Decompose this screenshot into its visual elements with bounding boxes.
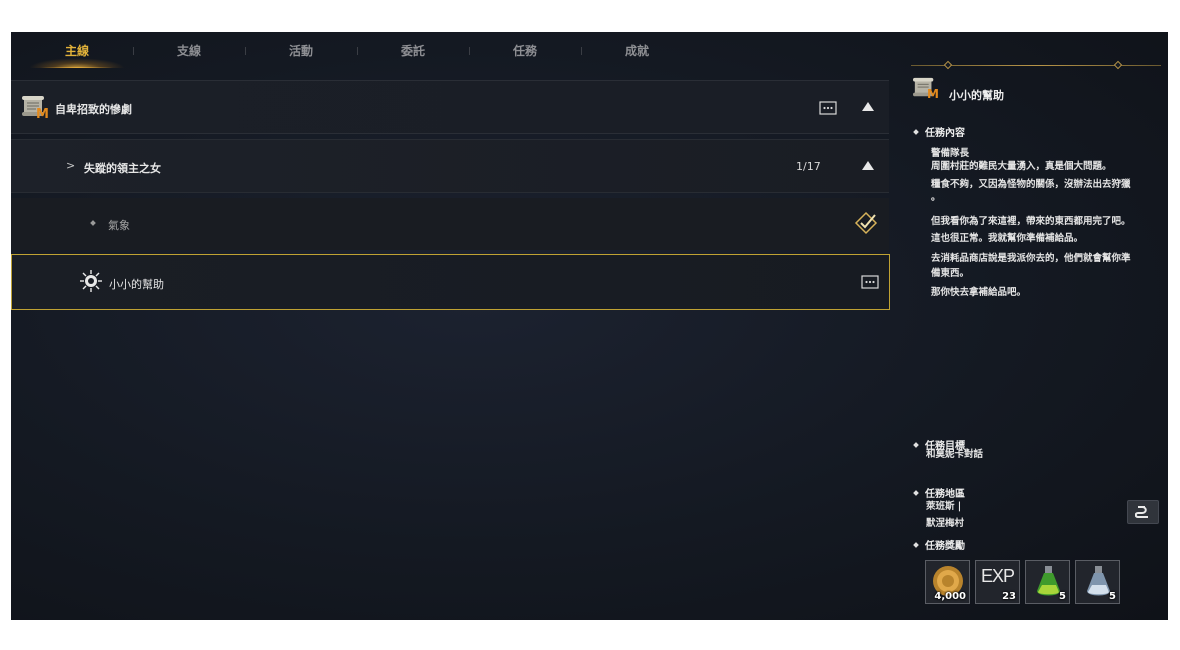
dialogue-line: 糧食不夠，又因為怪物的關係，沒辦法出去狩獵 <box>931 179 1131 190</box>
exp-icon: EXP <box>981 566 1015 586</box>
chapter-row[interactable]: > 失蹤的領主之女 1/17 <box>11 139 889 193</box>
dialogue-line: 。 <box>931 192 941 203</box>
main-quest-badge: M <box>36 107 49 122</box>
area-heading: 任務地區 <box>913 485 965 500</box>
tab-main-quest[interactable]: 主線 <box>21 32 133 68</box>
bullet-icon <box>913 490 919 496</box>
quest-detail-panel: M 小小的幫助 任務內容 警備隊長 周圍村莊的難民大量湧入，真是個大問題。 糧食… <box>901 32 1168 620</box>
dialogue-line: 去消耗品商店說是我派你去的，他們就會幫你準 <box>931 253 1131 264</box>
collapse-arrow-icon[interactable] <box>862 102 874 111</box>
detail-title: 小小的幫助 <box>949 89 1004 102</box>
reward-count: 5 <box>1109 591 1116 602</box>
reward-count: 5 <box>1059 591 1066 602</box>
reward-count: 4,000 <box>934 591 966 602</box>
eye-target-icon <box>80 270 102 292</box>
dialogue-line: 這也很正常。我就幫你準備補給品。 <box>931 233 1084 244</box>
reward-blue-potion[interactable]: 5 <box>1075 560 1120 604</box>
tab-achievement[interactable]: 成就 <box>581 32 693 68</box>
current-step-title: 小小的幫助 <box>109 278 164 291</box>
chapter-title: 失蹤的領主之女 <box>84 162 161 175</box>
tab-commission[interactable]: 委託 <box>357 32 469 68</box>
dialog-icon[interactable] <box>819 101 837 115</box>
weather-step-title: 氣象 <box>108 219 130 232</box>
bullet-icon <box>90 220 96 226</box>
chapter-progress: 1/17 <box>796 160 821 173</box>
reward-exp[interactable]: EXP 23 <box>975 560 1020 604</box>
dialog-icon[interactable] <box>861 275 879 289</box>
tab-event[interactable]: 活動 <box>245 32 357 68</box>
chevron-right-icon: > <box>66 159 76 172</box>
current-step-row[interactable]: 小小的幫助 <box>11 254 890 310</box>
route-icon <box>1135 506 1148 518</box>
quest-window: 主線 支線 活動 委託 任務 成就 M 自卑招致的慘劇 > 失蹤的領主之女 1/… <box>11 32 1168 620</box>
tab-mission[interactable]: 任務 <box>469 32 581 68</box>
ornament-diamond-icon <box>943 60 953 70</box>
dialogue-line: 備東西。 <box>931 268 970 279</box>
dialogue-line: 周圍村莊的難民大量湧入，真是個大問題。 <box>931 161 1112 172</box>
main-quest-row[interactable]: M 自卑招致的慘劇 <box>11 80 889 134</box>
reward-count: 23 <box>1002 591 1016 602</box>
bullet-icon <box>913 542 919 548</box>
bullet-icon <box>913 129 919 135</box>
reward-gold[interactable]: 4,000 <box>925 560 970 604</box>
auto-path-button[interactable] <box>1127 500 1159 524</box>
speaker-name: 警備隊長 <box>931 148 970 159</box>
reward-green-potion[interactable]: 5 <box>1025 560 1070 604</box>
content-heading: 任務內容 <box>913 124 965 139</box>
weather-step-row[interactable]: 氣象 <box>11 198 889 250</box>
completed-check-icon <box>854 211 878 235</box>
dialogue-line: 那你快去拿補給品吧。 <box>931 287 1027 298</box>
main-quest-title: 自卑招致的慘劇 <box>55 103 132 116</box>
ornament-diamond-icon <box>1113 60 1123 70</box>
goal-text[interactable]: 和莫妮卡對話 <box>926 448 1162 461</box>
bullet-icon <box>913 442 919 448</box>
detail-badge: M <box>927 87 939 101</box>
dialogue-line: 但我看你為了來這裡，帶來的東西都用完了吧。 <box>931 216 1131 227</box>
collapse-arrow-icon[interactable] <box>862 161 874 170</box>
tab-side-quest[interactable]: 支線 <box>133 32 245 68</box>
quest-tabs: 主線 支線 活動 委託 任務 成就 <box>11 32 901 68</box>
reward-heading: 任務獎勵 <box>913 537 965 552</box>
